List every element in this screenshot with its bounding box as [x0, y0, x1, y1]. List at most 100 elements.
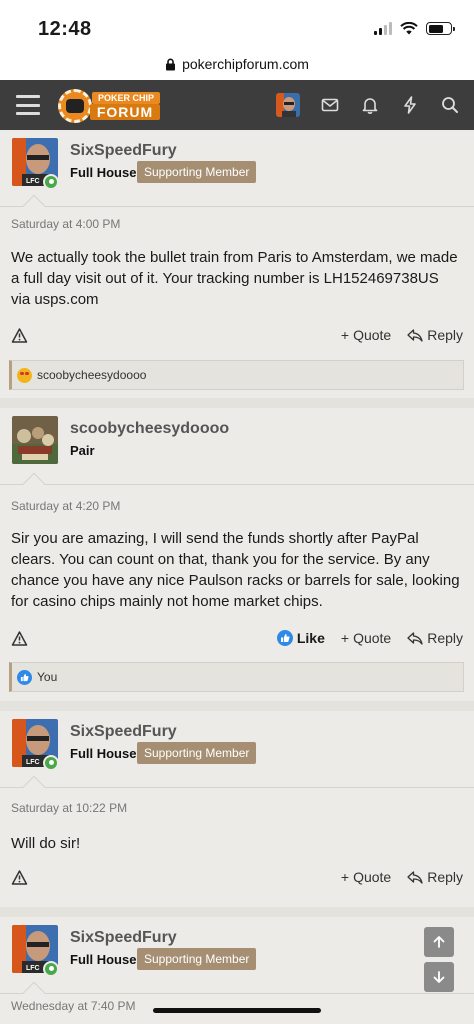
post-date[interactable]: Wednesday at 7:40 PM — [11, 999, 136, 1013]
post-header: LFC SixSpeedFury Full House Supporting M… — [0, 711, 474, 787]
post-gap — [0, 398, 474, 408]
post: LFC SixSpeedFury Full House Supporting M… — [0, 711, 474, 907]
home-indicator[interactable] — [153, 1008, 321, 1013]
supporting-member-badge: Supporting Member — [137, 742, 257, 764]
post-action-links: + Quote Reply — [341, 869, 463, 885]
user-title: Full House — [70, 952, 137, 967]
quote-label: Quote — [353, 630, 392, 646]
cellular-signal-icon — [374, 22, 392, 35]
nav-icons — [276, 93, 460, 117]
username[interactable]: scoobycheesydoooo — [70, 420, 229, 438]
post-divider — [0, 484, 474, 485]
post-actions: Like + Quote Reply — [0, 630, 474, 650]
reaction-user[interactable]: scoobycheesydoooo — [37, 368, 146, 382]
online-status-icon — [43, 174, 59, 190]
user-avatar[interactable] — [12, 416, 58, 464]
post-divider — [0, 993, 474, 994]
post-date[interactable]: Saturday at 10:22 PM — [11, 801, 127, 815]
love-reaction-icon — [17, 367, 32, 383]
scroll-to-bottom-button[interactable] — [424, 962, 454, 992]
reply-label: Reply — [427, 327, 463, 343]
arrow-up-icon — [433, 936, 445, 948]
user-title: Full House — [70, 746, 137, 761]
reply-button[interactable]: Reply — [407, 869, 463, 885]
thumbs-up-icon — [276, 630, 293, 646]
reply-icon — [407, 870, 423, 884]
quote-label: Quote — [353, 869, 392, 885]
wifi-icon — [400, 22, 418, 35]
address-bar[interactable]: pokerchipforum.com — [0, 48, 474, 80]
account-avatar[interactable] — [276, 93, 300, 117]
inbox-icon[interactable] — [320, 95, 340, 115]
scroll-to-top-button[interactable] — [424, 927, 454, 957]
post: LFC SixSpeedFury Full House Supporting M… — [0, 130, 474, 398]
forum-navbar: POKER CHIP FORUM — [0, 80, 474, 130]
like-button[interactable]: Like — [276, 630, 325, 646]
status-time: 12:48 — [38, 18, 92, 40]
username[interactable]: SixSpeedFury — [70, 929, 177, 947]
post-actions: + Quote Reply — [0, 327, 474, 347]
post-gap — [0, 907, 474, 917]
plus-icon: + — [340, 327, 350, 343]
report-icon[interactable] — [11, 327, 28, 344]
url-text: pokerchipforum.com — [182, 56, 309, 72]
reply-label: Reply — [427, 869, 463, 885]
quote-button[interactable]: + Quote — [341, 869, 391, 885]
username[interactable]: SixSpeedFury — [70, 142, 177, 160]
post-action-links: Like + Quote Reply — [276, 630, 463, 646]
arrow-down-icon — [433, 971, 445, 983]
user-title: Pair — [70, 443, 95, 458]
online-status-icon — [43, 755, 59, 771]
post-date[interactable]: Saturday at 4:00 PM — [11, 217, 120, 231]
online-status-icon — [43, 961, 59, 977]
quote-button[interactable]: + Quote — [341, 327, 391, 343]
post-header: scoobycheesydoooo Pair — [0, 408, 474, 484]
search-icon[interactable] — [440, 95, 460, 115]
post-date[interactable]: Saturday at 4:20 PM — [11, 499, 120, 513]
reply-icon — [407, 328, 423, 342]
reactions-bar[interactable]: You — [9, 662, 464, 692]
plus-icon: + — [340, 869, 350, 885]
post-actions: + Quote Reply — [0, 869, 474, 889]
svg-text:LFC: LFC — [26, 178, 40, 185]
bell-icon[interactable] — [360, 95, 380, 115]
supporting-member-badge: Supporting Member — [137, 161, 257, 183]
post-body: We actually took the bullet train from P… — [11, 249, 458, 308]
status-icons — [374, 22, 455, 35]
post-body: Sir you are amazing, I will send the fun… — [11, 530, 460, 610]
quote-button[interactable]: + Quote — [341, 630, 391, 646]
reaction-user[interactable]: You — [37, 670, 57, 684]
post-divider — [0, 787, 474, 788]
svg-text:LFC: LFC — [26, 965, 40, 972]
report-icon[interactable] — [11, 630, 28, 647]
reply-icon — [407, 631, 423, 645]
forum-logo[interactable]: POKER CHIP FORUM — [58, 87, 162, 123]
like-label: Like — [296, 630, 325, 646]
post-header: LFC SixSpeedFury Full House Supporting M… — [0, 917, 474, 993]
status-bar: 12:48 — [0, 0, 474, 48]
quote-label: Quote — [353, 327, 392, 343]
svg-text:LFC: LFC — [26, 759, 40, 766]
plus-icon: + — [340, 630, 350, 646]
lock-icon — [166, 58, 176, 70]
reply-button[interactable]: Reply — [407, 630, 463, 646]
reply-label: Reply — [427, 630, 463, 646]
logo-text-bottom: FORUM — [90, 104, 160, 120]
supporting-member-badge: Supporting Member — [137, 948, 257, 970]
post-header: LFC SixSpeedFury Full House Supporting M… — [0, 130, 474, 206]
menu-icon[interactable] — [16, 95, 40, 115]
reply-button[interactable]: Reply — [407, 327, 463, 343]
battery-icon — [426, 22, 455, 35]
post-body: Will do sir! — [11, 835, 81, 852]
post-divider — [0, 206, 474, 207]
bolt-icon[interactable] — [400, 95, 420, 115]
post: scoobycheesydoooo Pair Saturday at 4:20 … — [0, 408, 474, 701]
post-action-links: + Quote Reply — [341, 327, 463, 343]
post-gap — [0, 701, 474, 711]
reactions-bar[interactable]: scoobycheesydoooo — [9, 360, 464, 390]
username[interactable]: SixSpeedFury — [70, 723, 177, 741]
user-title: Full House — [70, 165, 137, 180]
chip-logo-icon — [58, 89, 92, 123]
logo-text-top: POKER CHIP — [92, 92, 160, 104]
report-icon[interactable] — [11, 869, 28, 886]
